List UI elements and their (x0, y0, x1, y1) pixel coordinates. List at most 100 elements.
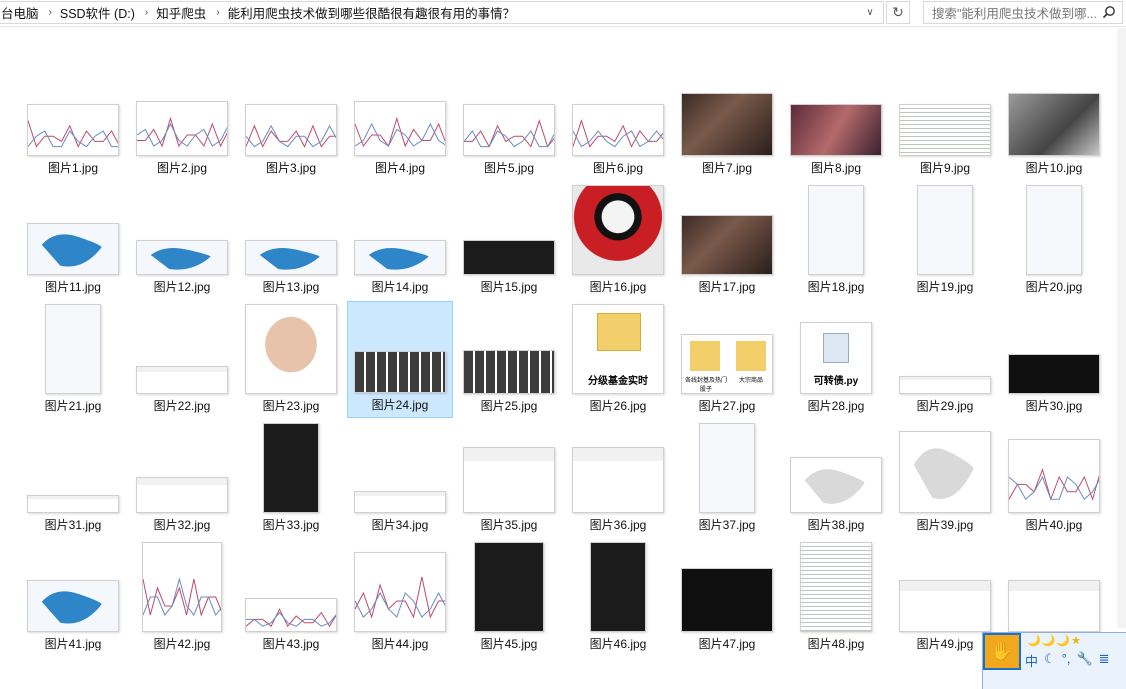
file-item[interactable]: 图片17.jpg (674, 182, 780, 299)
file-item[interactable]: 图片36.jpg (565, 420, 671, 537)
file-thumbnail (572, 104, 664, 156)
file-item[interactable]: 图片32.jpg (129, 420, 235, 537)
refresh-icon[interactable]: ↻ (886, 1, 910, 24)
file-item[interactable]: 图片48.jpg (783, 539, 889, 656)
file-thumbnail (590, 542, 646, 632)
ime-logo-icon[interactable]: ✋ (983, 633, 1021, 670)
file-item[interactable]: 图片2.jpg (129, 63, 235, 180)
file-item[interactable]: 图片38.jpg (783, 420, 889, 537)
file-item[interactable]: 图片9.jpg (892, 63, 998, 180)
file-item[interactable]: 图片12.jpg (129, 182, 235, 299)
file-item[interactable]: 图片4.jpg (347, 63, 453, 180)
file-item[interactable]: 各线封基及热门股子 大宗商品 图片27.jpg (674, 301, 780, 418)
file-item[interactable]: 图片30.jpg (1001, 301, 1107, 418)
file-name: 图片48.jpg (807, 637, 865, 651)
breadcrumb-item-folder[interactable]: 知乎爬虫 (152, 3, 212, 22)
breadcrumb-item-this-pc[interactable]: 台电脑 (0, 3, 45, 22)
file-item[interactable]: 图片37.jpg (674, 420, 780, 537)
file-item[interactable]: 图片21.jpg (20, 301, 126, 418)
search-placeholder: 搜索"能利用爬虫技术做到哪... (932, 7, 1097, 21)
breadcrumb-chevron-icon[interactable]: › (45, 7, 56, 18)
address-dropdown-icon[interactable]: ∨ (859, 2, 881, 23)
file-item[interactable]: 图片44.jpg (347, 539, 453, 656)
file-item[interactable]: 图片14.jpg (347, 182, 453, 299)
file-thumbnail: 可转债.py (800, 322, 872, 394)
file-item[interactable]: 图片34.jpg (347, 420, 453, 537)
file-item[interactable]: 图片35.jpg (456, 420, 562, 537)
breadcrumb-chevron-icon[interactable]: › (212, 7, 223, 18)
address-toolbar: 台电脑 › SSD软件 (D:) › 知乎爬虫 › 能利用爬虫技术做到哪些很酷很… (0, 0, 1126, 27)
file-name: 图片30.jpg (1025, 399, 1083, 413)
file-item[interactable]: 图片8.jpg (783, 63, 889, 180)
file-item[interactable]: 图片16.jpg (565, 182, 671, 299)
file-thumbnail (1008, 439, 1100, 513)
file-item[interactable]: 图片6.jpg (565, 63, 671, 180)
file-thumbnail (790, 457, 882, 513)
file-thumbnail (245, 104, 337, 156)
file-thumbnail (681, 568, 773, 632)
file-item[interactable]: 图片19.jpg (892, 182, 998, 299)
file-item[interactable]: 图片24.jpg (347, 301, 453, 418)
file-item[interactable]: 图片22.jpg (129, 301, 235, 418)
file-name: 图片28.jpg (807, 399, 865, 413)
file-name: 图片22.jpg (153, 399, 211, 413)
file-item[interactable]: 可转债.py 图片28.jpg (783, 301, 889, 418)
file-name: 图片47.jpg (698, 637, 756, 651)
file-item[interactable]: 图片3.jpg (238, 63, 344, 180)
file-thumbnail (699, 423, 755, 513)
file-name: 图片19.jpg (916, 280, 974, 294)
file-thumbnail (808, 185, 864, 275)
file-thumbnail (245, 598, 337, 632)
wrench-icon[interactable]: 🔧 (1076, 651, 1092, 670)
address-bar[interactable]: 台电脑 › SSD软件 (D:) › 知乎爬虫 › 能利用爬虫技术做到哪些很酷很… (0, 1, 884, 24)
file-item[interactable]: 分级基金实时 图片26.jpg (565, 301, 671, 418)
file-item[interactable]: 图片20.jpg (1001, 182, 1107, 299)
search-input[interactable]: 搜索"能利用爬虫技术做到哪... (923, 1, 1123, 24)
file-item[interactable]: 图片10.jpg (1001, 63, 1107, 180)
file-item[interactable]: 图片15.jpg (456, 182, 562, 299)
vertical-scrollbar[interactable] (1117, 28, 1126, 628)
file-item[interactable]: 图片31.jpg (20, 420, 126, 537)
breadcrumb-item-current[interactable]: 能利用爬虫技术做到哪些很酷很有趣很有用的事情？ (224, 3, 522, 22)
file-thumbnail (1026, 185, 1082, 275)
breadcrumb-item-drive[interactable]: SSD软件 (D:) (56, 3, 141, 22)
file-item[interactable]: 图片47.jpg (674, 539, 780, 656)
file-item[interactable]: 图片40.jpg (1001, 420, 1107, 537)
file-name: 图片23.jpg (262, 399, 320, 413)
file-item[interactable]: 图片29.jpg (892, 301, 998, 418)
file-item[interactable]: 图片1.jpg (20, 63, 126, 180)
file-item[interactable]: 图片13.jpg (238, 182, 344, 299)
file-item[interactable]: 图片45.jpg (456, 539, 562, 656)
file-item[interactable]: 图片7.jpg (674, 63, 780, 180)
file-item[interactable]: 图片11.jpg (20, 182, 126, 299)
file-item[interactable]: 图片41.jpg (20, 539, 126, 656)
search-icon[interactable] (1102, 5, 1116, 19)
moon-icon[interactable]: ☾ (1044, 651, 1056, 670)
file-thumbnail (354, 240, 446, 275)
file-item[interactable]: 图片39.jpg (892, 420, 998, 537)
ime-mode-toggle[interactable]: 中 (1025, 651, 1038, 670)
file-name: 图片44.jpg (371, 637, 429, 651)
file-thumbnail (245, 240, 337, 275)
breadcrumb-chevron-icon[interactable]: › (141, 7, 152, 18)
file-name: 图片13.jpg (262, 280, 320, 294)
file-item[interactable]: 图片42.jpg (129, 539, 235, 656)
file-item[interactable]: 图片43.jpg (238, 539, 344, 656)
file-name: 图片35.jpg (480, 518, 538, 532)
file-item[interactable]: 图片33.jpg (238, 420, 344, 537)
file-name: 图片20.jpg (1025, 280, 1083, 294)
file-name: 图片12.jpg (153, 280, 211, 294)
file-item[interactable]: 图片5.jpg (456, 63, 562, 180)
file-item[interactable]: 图片25.jpg (456, 301, 562, 418)
file-view: 图片1.jpg 图片2.jpg 图片3.jpg 图片4.jpg 图片5.jpg 图片6.j… (0, 28, 1126, 689)
menu-icon[interactable]: ≣ (1099, 651, 1110, 670)
file-thumbnail (1008, 580, 1100, 632)
file-item[interactable]: 图片23.jpg (238, 301, 344, 418)
file-name: 图片18.jpg (807, 280, 865, 294)
file-name: 图片7.jpg (701, 161, 753, 175)
file-thumbnail (463, 104, 555, 156)
file-item[interactable]: 图片18.jpg (783, 182, 889, 299)
file-name: 图片45.jpg (480, 637, 538, 651)
file-item[interactable]: 图片46.jpg (565, 539, 671, 656)
punctuation-icon[interactable]: °, (1062, 651, 1071, 670)
